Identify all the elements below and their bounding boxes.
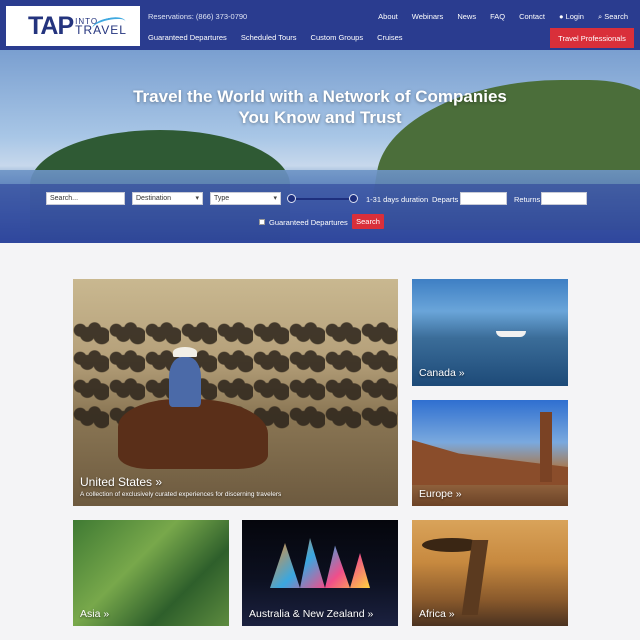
departs-label: Departs: [432, 195, 459, 204]
departs-input[interactable]: [460, 192, 507, 205]
utility-nav: About Webinars News FAQ Contact ● Login …: [378, 12, 628, 22]
nav-scheduled-tours[interactable]: Scheduled Tours: [241, 33, 297, 42]
hero-title-line1: Travel the World with a Network of Compa…: [133, 87, 507, 106]
nav-guaranteed-departures[interactable]: Guaranteed Departures: [148, 33, 227, 42]
card-africa[interactable]: Africa »: [412, 520, 568, 626]
card-subtitle: A collection of exclusively curated expe…: [80, 491, 282, 498]
card-title: United States »: [80, 475, 163, 489]
guaranteed-departures-label: Guaranteed Departures: [269, 218, 348, 227]
logo-tap-text: TAP: [28, 11, 74, 40]
user-icon: ●: [558, 12, 564, 21]
destination-value: Destination: [136, 195, 172, 202]
horse-image: [118, 399, 268, 469]
search-label: Search: [604, 12, 628, 21]
search-input[interactable]: Search...: [46, 192, 125, 205]
logo[interactable]: TAP INTO TRAVEL: [6, 6, 140, 46]
nav-search[interactable]: ⌕ Search: [598, 12, 628, 22]
login-label: Login: [565, 12, 584, 21]
rider-image: [169, 357, 201, 407]
reservations-phone[interactable]: Reservations: (866) 373-0790: [148, 12, 247, 21]
nav-faq[interactable]: FAQ: [490, 12, 505, 22]
duration-slider-max-handle[interactable]: [349, 194, 358, 203]
type-value: Type: [214, 195, 230, 202]
card-title: Africa »: [419, 608, 455, 620]
boat-image: [496, 331, 526, 337]
nav-custom-groups[interactable]: Custom Groups: [311, 33, 364, 42]
duration-slider-track[interactable]: [292, 198, 354, 200]
card-asia[interactable]: Asia »: [73, 520, 229, 626]
card-title: Canada »: [419, 367, 465, 379]
nav-cruises[interactable]: Cruises: [377, 33, 402, 42]
cowboy-hat-image: [173, 347, 197, 357]
nav-contact[interactable]: Contact: [519, 12, 545, 22]
returns-label: Returns: [514, 195, 541, 204]
duration-slider-min-handle[interactable]: [287, 194, 296, 203]
main-nav: Guaranteed Departures Scheduled Tours Cu…: [148, 33, 403, 42]
nav-about[interactable]: About: [378, 12, 398, 22]
card-united-states[interactable]: United States » A collection of exclusiv…: [73, 279, 398, 506]
search-icon: ⌕: [597, 12, 603, 21]
search-button[interactable]: Search: [352, 214, 384, 229]
card-title: Europe »: [419, 488, 462, 500]
returns-input[interactable]: [541, 192, 587, 205]
site-header: TAP INTO TRAVEL Reservations: (866) 373-…: [0, 0, 640, 50]
tower-image: [540, 412, 552, 482]
card-canada[interactable]: Canada »: [412, 279, 568, 386]
guaranteed-departures-checkbox[interactable]: [259, 219, 265, 225]
card-australia-new-zealand[interactable]: Australia & New Zealand »: [242, 520, 398, 626]
card-title: Australia & New Zealand »: [249, 608, 374, 620]
card-title: Asia »: [80, 608, 110, 620]
card-europe[interactable]: Europe »: [412, 400, 568, 506]
type-select[interactable]: Type: [210, 192, 281, 205]
nav-news[interactable]: News: [457, 12, 476, 22]
travel-professionals-button[interactable]: Travel Professionals: [550, 28, 634, 48]
destination-select[interactable]: Destination: [132, 192, 203, 205]
opera-house-image: [270, 538, 370, 588]
hero-title: Travel the World with a Network of Compa…: [100, 86, 540, 128]
nav-login[interactable]: ● Login: [559, 12, 584, 22]
giraffe-image: [461, 540, 489, 615]
hero-title-line2: You Know and Trust: [238, 108, 402, 127]
hero-banner: Travel the World with a Network of Compa…: [0, 50, 640, 243]
nav-webinars[interactable]: Webinars: [412, 12, 444, 22]
duration-label: 1-31 days duration: [366, 195, 429, 204]
